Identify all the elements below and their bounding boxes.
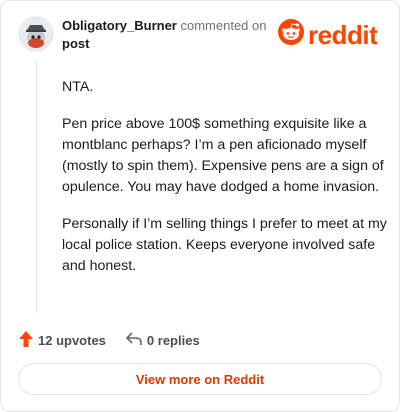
avatar[interactable] [18, 16, 54, 52]
comment-paragraph: Pen price above 100$ something exquisite… [62, 116, 384, 195]
comment-paragraph: NTA. [62, 79, 94, 95]
reply-count: 0 replies [146, 333, 200, 348]
comment-paragraph: Personally if I’m selling things I prefe… [62, 216, 387, 274]
username-link[interactable]: Obligatory_Burner [62, 18, 177, 33]
reply-group[interactable]: 0 replies [126, 332, 200, 349]
comment-meta: Obligatory_Burner commented on post [62, 17, 266, 53]
reddit-logo-icon [278, 19, 304, 50]
post-link[interactable]: post [62, 35, 266, 53]
reddit-logo[interactable]: reddit [278, 19, 378, 50]
upvote-group[interactable]: 12 upvotes [19, 331, 106, 350]
view-more-button[interactable]: View more on Reddit [18, 363, 382, 395]
upvote-arrow-icon[interactable] [19, 331, 33, 350]
reply-icon[interactable] [126, 332, 142, 349]
comment-embed-card: Obligatory_Burner commented on post redd… [0, 0, 400, 412]
comment-footer: 12 upvotes 0 replies [19, 331, 200, 350]
upvote-count: 12 upvotes [38, 333, 106, 348]
reddit-wordmark: reddit [308, 19, 378, 50]
thread-line [36, 61, 37, 313]
comment-body: NTA. Pen price above 100$ something exqu… [62, 77, 387, 293]
action-text: commented on [180, 18, 267, 33]
